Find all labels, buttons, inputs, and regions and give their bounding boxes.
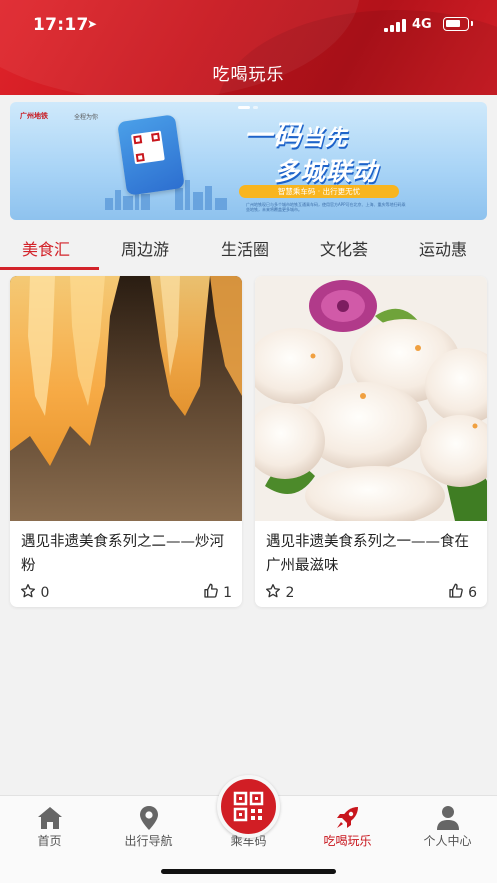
home-indicator bbox=[161, 869, 336, 874]
tab-food[interactable]: 美食汇 bbox=[22, 236, 70, 260]
banner-pill: 智慧乘车码 · 出行更无忧 bbox=[239, 185, 399, 198]
page-title: 吃喝玩乐 bbox=[212, 65, 285, 85]
promo-banner[interactable]: 广州地铁 全程为你 一码当先 多城联动 智慧乘车码 · 出行更无忧 广州地铁现已… bbox=[10, 102, 487, 220]
star-icon bbox=[266, 584, 280, 598]
tab-culture[interactable]: 文化荟 bbox=[320, 236, 368, 260]
ride-code-button[interactable] bbox=[217, 775, 280, 838]
favorite-count[interactable]: 2 bbox=[265, 583, 294, 601]
article-image-shrimp-dumplings bbox=[255, 276, 487, 521]
banner-brand: 广州地铁 bbox=[20, 112, 48, 120]
status-time: 17:17 bbox=[33, 15, 89, 35]
favorite-count[interactable]: 0 bbox=[20, 583, 49, 601]
location-arrow-icon: ➤ bbox=[87, 17, 98, 31]
star-icon bbox=[21, 584, 35, 598]
banner-slogan: 全程为你 bbox=[74, 114, 99, 121]
battery-icon bbox=[443, 17, 473, 31]
category-tabs: 美食汇 周边游 生活圈 文化荟 运动惠 bbox=[0, 230, 497, 270]
rocket-icon bbox=[337, 807, 358, 828]
location-pin-icon bbox=[140, 806, 158, 830]
like-count[interactable]: 1 bbox=[203, 583, 232, 601]
banner-fine-print: 广州地铁现已与多个城市地铁互通乘车码，使用官方APP可在北京、上海、重庆等地扫码… bbox=[246, 202, 406, 212]
phone-qr-illustration bbox=[117, 114, 185, 196]
qr-code-icon bbox=[233, 791, 264, 822]
article-title: 遇见非遗美食系列之一——食在广州最滋味 bbox=[266, 534, 469, 574]
home-icon bbox=[38, 807, 62, 829]
article-image-rice-noodle bbox=[10, 276, 242, 521]
banner-headline-2: 多城联动 bbox=[274, 157, 379, 186]
tab-sports[interactable]: 运动惠 bbox=[419, 236, 467, 260]
thumbs-up-icon bbox=[448, 583, 463, 598]
header-bar: 17:17 ➤ 4G 吃喝玩乐 bbox=[0, 0, 497, 95]
nav-profile[interactable]: 个人中心 bbox=[398, 796, 497, 856]
signal-icon bbox=[384, 18, 406, 32]
nav-eat-drink-play[interactable]: 吃喝玩乐 bbox=[298, 796, 397, 856]
article-card[interactable]: 遇见非遗美食系列之一——食在广州最滋味 2 6 bbox=[255, 276, 487, 607]
carousel-indicator bbox=[238, 106, 260, 110]
tab-lifestyle[interactable]: 生活圈 bbox=[221, 236, 269, 260]
active-tab-indicator bbox=[0, 267, 99, 270]
thumbs-up-icon bbox=[203, 583, 218, 598]
nav-navigation[interactable]: 出行导航 bbox=[99, 796, 198, 856]
banner-headline-1: 一码当先 bbox=[244, 119, 349, 152]
article-card[interactable]: 遇见非遗美食系列之二——炒河粉 0 1 bbox=[10, 276, 242, 607]
nav-home[interactable]: 首页 bbox=[0, 796, 99, 856]
network-type: 4G bbox=[412, 17, 432, 32]
person-icon bbox=[437, 806, 459, 830]
tab-nearby-travel[interactable]: 周边游 bbox=[121, 236, 169, 260]
status-bar: 17:17 ➤ 4G bbox=[0, 0, 497, 50]
like-count[interactable]: 6 bbox=[448, 583, 477, 601]
article-title: 遇见非遗美食系列之二——炒河粉 bbox=[21, 534, 224, 574]
